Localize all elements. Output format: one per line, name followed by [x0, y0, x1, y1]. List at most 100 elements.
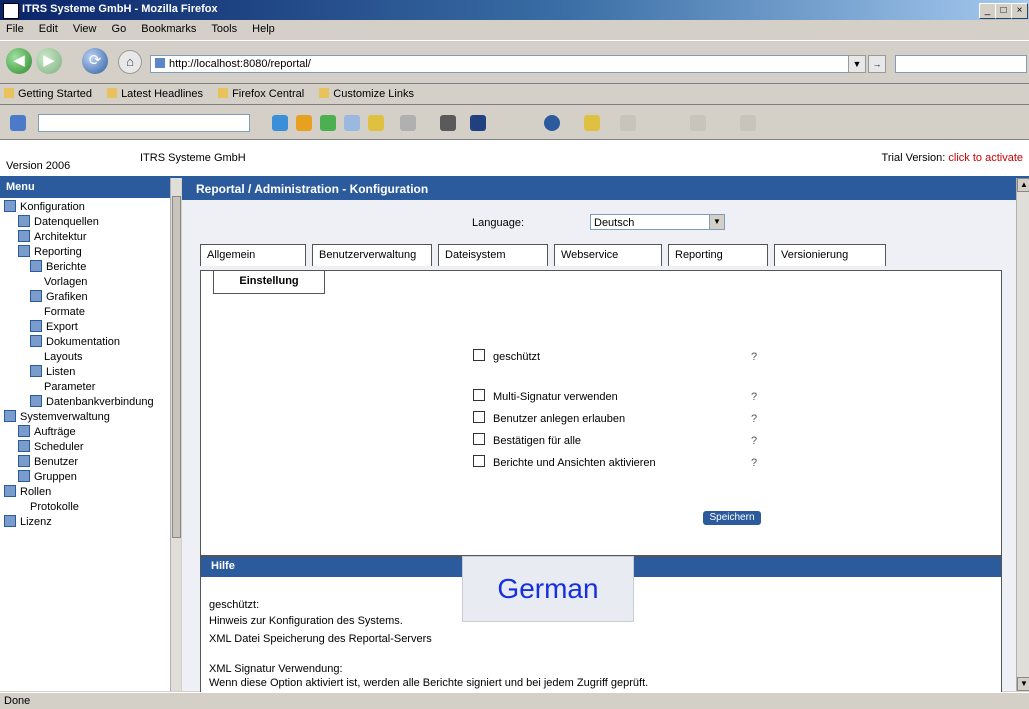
option-checkbox[interactable] [473, 349, 485, 361]
bookmark-firefox-central[interactable]: Firefox Central [214, 84, 312, 100]
help-icon[interactable]: ? [751, 433, 757, 449]
menu-help[interactable]: Help [246, 20, 281, 35]
toolbar-info-icon[interactable] [544, 115, 560, 131]
sidebar-item-auftraege[interactable]: Aufträge [0, 425, 178, 440]
document-icon [18, 425, 30, 437]
company-label: ITRS Systeme GmbH [140, 152, 246, 164]
sidebar-item-systemverwaltung[interactable]: Systemverwaltung [0, 410, 178, 425]
address-bar[interactable]: http://localhost:8080/reportal/ [150, 55, 850, 73]
toolbar-spell-icon[interactable] [690, 115, 706, 131]
toolbar-pagerank-icon[interactable] [320, 115, 336, 131]
sidebar-item-scheduler[interactable]: Scheduler [0, 440, 178, 455]
sidebar-item-rollen[interactable]: Rollen [0, 485, 178, 500]
option-checkbox[interactable] [473, 411, 485, 423]
sidebar-item-formate[interactable]: Formate [0, 305, 178, 320]
help-icon[interactable]: ? [751, 389, 757, 405]
sidebar-item-export[interactable]: Export [0, 320, 178, 335]
status-text: Done [4, 695, 31, 707]
sidebar-item-protokolle[interactable]: Protokolle [0, 500, 178, 515]
option-checkbox[interactable] [473, 455, 485, 467]
sidebar-scroll-thumb[interactable] [172, 196, 181, 538]
dropdown-arrow-icon[interactable]: ▼ [848, 55, 866, 73]
tab-benutzerverwaltung[interactable]: Benutzerverwaltung [312, 244, 432, 266]
language-value: Deutsch [594, 217, 635, 229]
toolbar-extra-icon[interactable] [740, 115, 756, 131]
toolbar-blog-icon[interactable] [440, 115, 456, 131]
scroll-up-icon[interactable]: ▲ [1017, 178, 1029, 192]
sidebar-scrollbar[interactable] [170, 178, 181, 691]
minimize-button[interactable]: _ [979, 3, 996, 19]
sidebar-item-listen[interactable]: Listen [0, 365, 178, 380]
go-button[interactable]: → [868, 55, 886, 73]
maximize-button[interactable]: □ [995, 3, 1012, 19]
back-icon[interactable]: ◀ [6, 48, 32, 74]
option-row: geschützt? [473, 349, 757, 365]
window-title-bar: ITRS Systeme GmbH - Mozilla Firefox _ □ … [0, 0, 1029, 20]
toolbar-mail-icon[interactable] [470, 115, 486, 131]
tab-versionierung[interactable]: Versionierung [774, 244, 886, 266]
language-label: Language: [472, 217, 524, 229]
help-icon[interactable]: ? [751, 455, 757, 471]
toolbar-popup-icon[interactable] [344, 115, 360, 131]
tab-reporting[interactable]: Reporting [668, 244, 768, 266]
sidebar-item-berichte[interactable]: Berichte [0, 260, 178, 275]
save-button[interactable]: Speichern [703, 511, 761, 525]
menu-edit[interactable]: Edit [33, 20, 64, 35]
activate-link[interactable]: click to activate [948, 152, 1023, 164]
reload-icon[interactable]: ⟳ [82, 48, 108, 74]
help-icon[interactable]: ? [751, 411, 757, 427]
subtab-einstellung[interactable]: Einstellung [213, 271, 325, 294]
language-select[interactable]: Deutsch ▼ [590, 214, 725, 230]
close-button[interactable]: × [1011, 3, 1028, 19]
sidebar-item-benutzer[interactable]: Benutzer [0, 455, 178, 470]
menu-view[interactable]: View [67, 20, 103, 35]
sidebar-item-datenbankverbindung[interactable]: Datenbankverbindung [0, 395, 178, 410]
toolbar-highlight-icon[interactable] [368, 115, 384, 131]
page-favicon-icon [155, 58, 165, 68]
folder-icon [18, 245, 30, 257]
sidebar-item-grafiken[interactable]: Grafiken [0, 290, 178, 305]
option-row: Bestätigen für alle? [473, 433, 757, 449]
tab-dateisystem[interactable]: Dateisystem [438, 244, 548, 266]
scroll-down-icon[interactable]: ▼ [1017, 677, 1029, 691]
menu-tools[interactable]: Tools [205, 20, 243, 35]
sidebar-item-architektur[interactable]: Architektur [0, 230, 178, 245]
toolbar-search-input[interactable] [38, 114, 250, 132]
bookmark-latest-headlines[interactable]: Latest Headlines [103, 84, 211, 100]
menu-go[interactable]: Go [106, 20, 133, 35]
language-row: Language: Deutsch ▼ [182, 214, 1016, 232]
menu-bookmarks[interactable]: Bookmarks [135, 20, 202, 35]
bookmark-customize-links[interactable]: Customize Links [315, 84, 422, 100]
tab-allgemein[interactable]: Allgemein [200, 244, 306, 266]
sidebar-item-lizenz[interactable]: Lizenz [0, 515, 178, 530]
toolbar-folder-icon[interactable] [584, 115, 600, 131]
document-icon [30, 365, 42, 377]
document-icon [18, 230, 30, 242]
tab-webservice[interactable]: Webservice [554, 244, 662, 266]
sidebar-item-vorlagen[interactable]: Vorlagen [0, 275, 178, 290]
sidebar-item-reporting[interactable]: Reporting [0, 245, 178, 260]
toolbar-translate-icon[interactable] [620, 115, 636, 131]
document-icon [30, 260, 42, 272]
toolbar-news-icon[interactable] [296, 115, 312, 131]
sidebar-item-gruppen[interactable]: Gruppen [0, 470, 178, 485]
option-checkbox[interactable] [473, 389, 485, 401]
toolbar-options-icon[interactable] [400, 115, 416, 131]
sidebar-item-datenquellen[interactable]: Datenquellen [0, 215, 178, 230]
firefox-icon [3, 3, 19, 19]
home-icon[interactable]: ⌂ [118, 50, 142, 74]
menu-file[interactable]: File [0, 20, 30, 35]
toolbar-search-icon[interactable] [272, 115, 288, 131]
bookmark-getting-started[interactable]: Getting Started [0, 84, 100, 100]
sidebar-item-dokumentation[interactable]: Dokumentation [0, 335, 178, 350]
document-icon [18, 455, 30, 467]
forward-icon[interactable]: ▶ [36, 48, 62, 74]
page-scrollbar[interactable]: ▲ ▼ [1016, 178, 1029, 691]
search-input[interactable] [895, 55, 1027, 73]
sidebar-item-parameter[interactable]: Parameter [0, 380, 178, 395]
option-checkbox[interactable] [473, 433, 485, 445]
help-icon[interactable]: ? [751, 349, 757, 365]
sidebar-item-konfiguration[interactable]: Konfiguration [0, 200, 178, 215]
help-line: XML Datei Speicherung des Reportal-Serve… [209, 633, 432, 645]
sidebar-item-layouts[interactable]: Layouts [0, 350, 178, 365]
